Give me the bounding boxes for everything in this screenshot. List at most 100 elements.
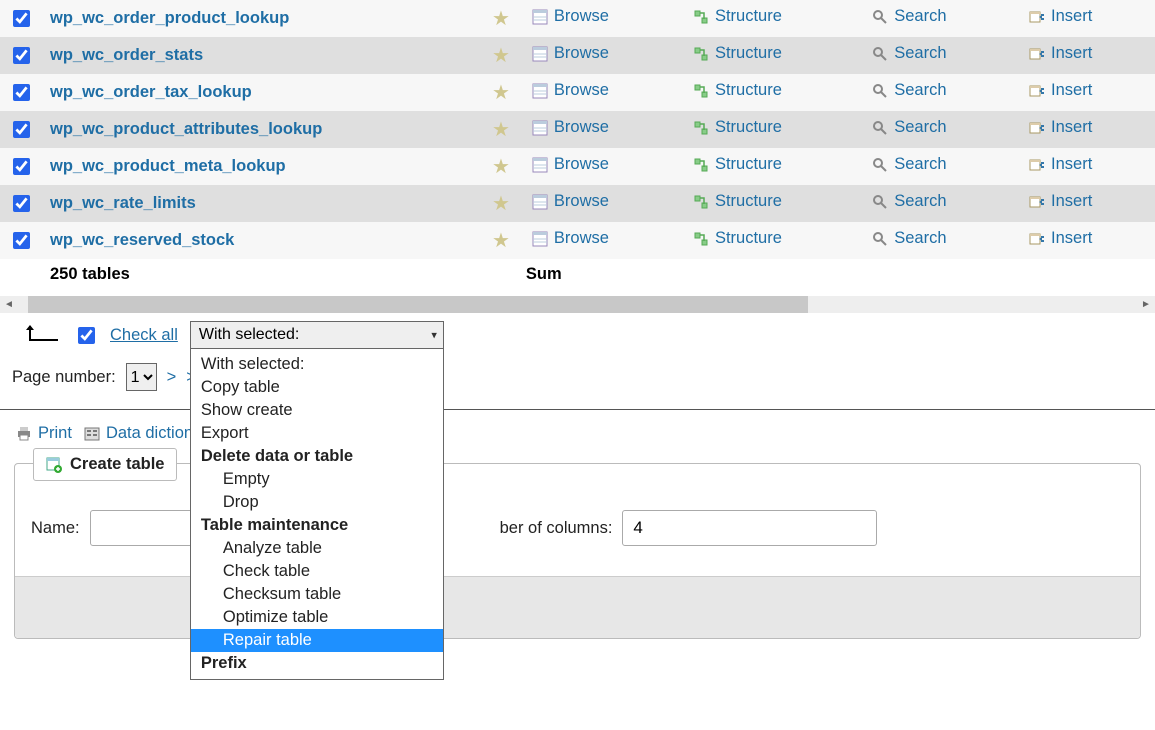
row-checkbox[interactable] — [13, 47, 30, 64]
favorite-star-icon[interactable]: ★ — [492, 82, 510, 104]
insert-icon — [1029, 157, 1045, 173]
table-name-link[interactable]: wp_wc_product_attributes_lookup — [50, 120, 322, 138]
table-name-link[interactable]: wp_wc_order_product_lookup — [50, 9, 289, 27]
row-checkbox[interactable] — [13, 195, 30, 212]
menu-item-empty[interactable]: Empty — [191, 468, 443, 491]
search-link[interactable]: Search — [866, 81, 952, 100]
name-label: Name: — [31, 519, 80, 538]
scrollbar-thumb[interactable] — [28, 296, 808, 313]
structure-icon — [693, 194, 709, 210]
print-link[interactable]: Print — [16, 424, 72, 443]
structure-text: Structure — [715, 44, 782, 63]
with-selected-dropdown[interactable]: With selected: ▾ — [190, 321, 444, 349]
print-label: Print — [38, 424, 72, 443]
create-table-legend-text: Create table — [70, 455, 164, 474]
browse-icon — [532, 46, 548, 62]
search-link[interactable]: Search — [866, 192, 952, 211]
pagination-row: Page number: 1 > >> — [0, 353, 1155, 401]
favorite-star-icon[interactable]: ★ — [492, 45, 510, 67]
structure-icon — [693, 9, 709, 25]
structure-link[interactable]: Structure — [687, 81, 788, 100]
row-checkbox[interactable] — [13, 84, 30, 101]
menu-item-drop[interactable]: Drop — [191, 491, 443, 514]
browse-text: Browse — [554, 155, 609, 174]
menu-item-check[interactable]: Check table — [191, 560, 443, 583]
browse-link[interactable]: Browse — [526, 118, 615, 137]
structure-link[interactable]: Structure — [687, 192, 788, 211]
table-row: wp_wc_product_attributes_lookup ★ Browse St… — [0, 111, 1155, 148]
search-link[interactable]: Search — [866, 229, 952, 248]
browse-link[interactable]: Browse — [526, 81, 615, 100]
menu-item-repair[interactable]: Repair table — [191, 629, 443, 652]
horizontal-scrollbar[interactable]: ◄ ► — [0, 296, 1155, 313]
menu-item-copy-table[interactable]: Copy table — [191, 376, 443, 399]
insert-link[interactable]: Insert — [1023, 81, 1098, 100]
row-checkbox[interactable] — [13, 158, 30, 175]
menu-item-checksum[interactable]: Checksum table — [191, 583, 443, 606]
scroll-right-arrow-icon[interactable]: ► — [1137, 296, 1155, 313]
structure-icon — [693, 157, 709, 173]
structure-link[interactable]: Structure — [687, 229, 788, 248]
search-icon — [872, 120, 888, 136]
favorite-star-icon[interactable]: ★ — [492, 156, 510, 178]
table-name-link[interactable]: wp_wc_order_stats — [50, 46, 203, 64]
with-selected-menu: With selected: Copy table Show create Ex… — [190, 349, 444, 680]
check-all-checkbox[interactable] — [78, 327, 95, 344]
next-page-link[interactable]: > — [167, 368, 177, 387]
with-selected-value: With selected: — [199, 326, 299, 343]
search-link[interactable]: Search — [866, 7, 952, 26]
menu-item-optimize[interactable]: Optimize table — [191, 606, 443, 629]
row-checkbox[interactable] — [13, 121, 30, 138]
favorite-star-icon[interactable]: ★ — [492, 8, 510, 30]
favorite-star-icon[interactable]: ★ — [492, 193, 510, 215]
browse-link[interactable]: Browse — [526, 44, 615, 63]
structure-link[interactable]: Structure — [687, 155, 788, 174]
search-icon — [872, 194, 888, 210]
search-link[interactable]: Search — [866, 118, 952, 137]
structure-link[interactable]: Structure — [687, 7, 788, 26]
browse-link[interactable]: Browse — [526, 155, 615, 174]
print-icon — [16, 426, 32, 442]
table-name-link[interactable]: wp_wc_rate_limits — [50, 194, 196, 212]
insert-text: Insert — [1051, 81, 1092, 100]
structure-text: Structure — [715, 155, 782, 174]
browse-text: Browse — [554, 81, 609, 100]
table-name-link[interactable]: wp_wc_product_meta_lookup — [50, 157, 286, 175]
structure-text: Structure — [715, 81, 782, 100]
insert-link[interactable]: Insert — [1023, 7, 1098, 26]
columns-count-input[interactable] — [622, 510, 877, 546]
insert-link[interactable]: Insert — [1023, 118, 1098, 137]
table-row: wp_wc_rate_limits ★ Browse Structure Search I… — [0, 185, 1155, 222]
row-checkbox[interactable] — [13, 10, 30, 27]
menu-item-export[interactable]: Export — [191, 422, 443, 445]
browse-link[interactable]: Browse — [526, 7, 615, 26]
structure-link[interactable]: Structure — [687, 44, 788, 63]
page-number-select[interactable]: 1 — [126, 363, 157, 391]
browse-icon — [532, 9, 548, 25]
insert-link[interactable]: Insert — [1023, 192, 1098, 211]
insert-link[interactable]: Insert — [1023, 155, 1098, 174]
scroll-left-arrow-icon[interactable]: ◄ — [0, 296, 18, 313]
search-icon — [872, 231, 888, 247]
favorite-star-icon[interactable]: ★ — [492, 230, 510, 252]
table-name-link[interactable]: wp_wc_order_tax_lookup — [50, 83, 252, 101]
search-link[interactable]: Search — [866, 44, 952, 63]
menu-item-analyze[interactable]: Analyze table — [191, 537, 443, 560]
dictionary-icon — [84, 426, 100, 442]
menu-item-show-create[interactable]: Show create — [191, 399, 443, 422]
page-number-label: Page number: — [12, 368, 116, 387]
menu-item-with-selected[interactable]: With selected: — [191, 353, 443, 376]
browse-link[interactable]: Browse — [526, 192, 615, 211]
insert-link[interactable]: Insert — [1023, 229, 1098, 248]
table-name-link[interactable]: wp_wc_reserved_stock — [50, 231, 234, 249]
browse-link[interactable]: Browse — [526, 229, 615, 248]
create-table-footer-bar — [15, 576, 1140, 638]
insert-icon — [1029, 46, 1045, 62]
favorite-star-icon[interactable]: ★ — [492, 119, 510, 141]
insert-link[interactable]: Insert — [1023, 44, 1098, 63]
structure-link[interactable]: Structure — [687, 118, 788, 137]
search-text: Search — [894, 192, 946, 211]
check-all-link[interactable]: Check all — [110, 326, 178, 345]
row-checkbox[interactable] — [13, 232, 30, 249]
search-link[interactable]: Search — [866, 155, 952, 174]
